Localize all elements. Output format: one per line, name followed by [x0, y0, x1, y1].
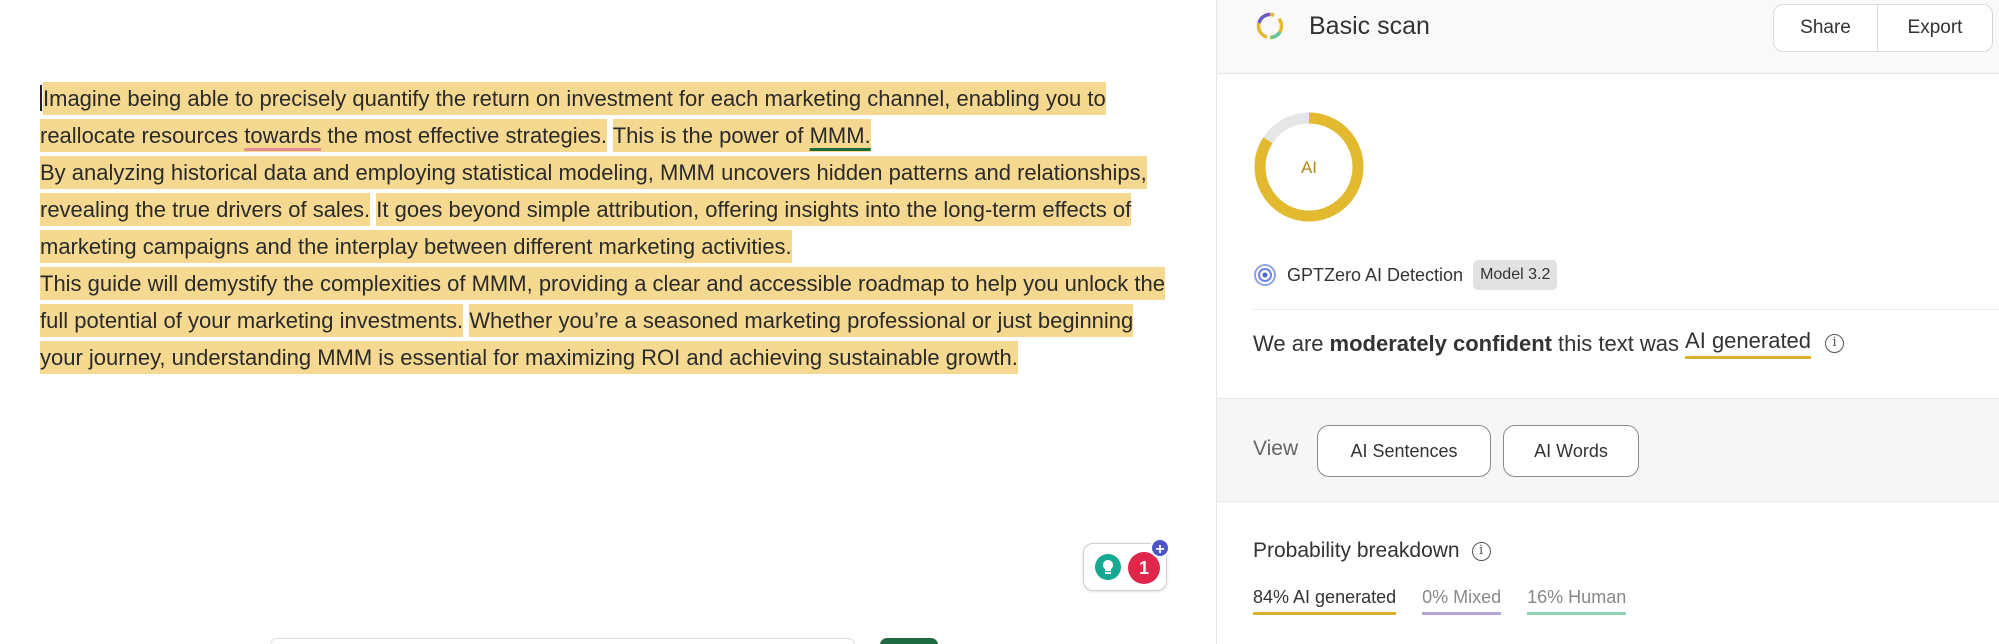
verdict-sentence: We are moderately confident this text wa… — [1253, 328, 1845, 359]
header-button-group: Share Export — [1773, 4, 1993, 52]
bottom-action-button[interactable] — [880, 638, 938, 644]
result-card: AI GPTZero AI Detection Model 3.2 We are… — [1217, 75, 1999, 398]
detector-name: GPTZero AI Detection — [1287, 264, 1464, 285]
view-label: View — [1253, 437, 1299, 460]
assistant-widget[interactable]: 1 + — [1083, 538, 1170, 591]
text-segment: This is the power of — [612, 119, 810, 152]
model-tag: Model 3.2 — [1473, 260, 1558, 290]
stat-mixed[interactable]: 0% Mixed — [1422, 587, 1502, 615]
flagged-word[interactable]: MMM. — [809, 119, 871, 152]
share-button[interactable]: Share — [1774, 5, 1878, 51]
text-editor[interactable]: Imagine being able to precisely quantify… — [0, 0, 1216, 644]
verdict-result: AI generated — [1685, 328, 1812, 359]
detector-row: GPTZero AI Detection Model 3.2 — [1253, 260, 1558, 290]
probability-info-icon[interactable]: i — [1471, 541, 1491, 561]
ai-sentences-button[interactable]: AI Sentences — [1317, 425, 1491, 477]
view-selector: View AI Sentences AI Words — [1217, 398, 1999, 502]
verdict-middle: this text was — [1558, 330, 1680, 356]
detection-panel: Basic scan Share Export AI GPTZero AI De… — [1216, 0, 1999, 644]
info-icon[interactable]: i — [1825, 334, 1845, 353]
gptzero-icon — [1254, 264, 1276, 286]
probability-title: Probability breakdown — [1253, 539, 1460, 562]
probability-stats: 84% AI generated 0% Mixed 16% Human — [1253, 587, 1652, 615]
scan-logo-icon — [1256, 12, 1284, 40]
divider — [1253, 309, 1999, 310]
probability-breakdown: Probability breakdown i 84% AI generated… — [1217, 503, 1999, 644]
bottom-input-bar[interactable] — [270, 638, 855, 644]
text-segment: the most effective strategies. — [321, 119, 607, 152]
ai-probability-donut: AI — [1254, 112, 1364, 222]
lightbulb-icon[interactable] — [1094, 553, 1122, 581]
document-text[interactable]: Imagine being able to precisely quantify… — [40, 80, 1180, 376]
page-title: Basic scan — [1309, 12, 1430, 40]
probability-title-row: Probability breakdown i — [1253, 539, 1491, 563]
text-cursor — [40, 85, 42, 111]
app-root: Imagine being able to precisely quantify… — [0, 0, 1999, 644]
plus-icon[interactable]: + — [1150, 538, 1170, 558]
panel-header: Basic scan Share Export — [1217, 0, 1999, 74]
export-button[interactable]: Export — [1878, 5, 1992, 51]
verdict-confidence: moderately confident — [1329, 330, 1552, 356]
text-segment — [607, 123, 613, 148]
donut-label: AI — [1301, 158, 1317, 177]
stat-human[interactable]: 16% Human — [1527, 587, 1627, 615]
ai-words-button[interactable]: AI Words — [1503, 425, 1639, 477]
stat-ai-generated[interactable]: 84% AI generated — [1253, 587, 1397, 615]
verdict-prefix: We are — [1253, 330, 1324, 356]
flagged-word[interactable]: towards — [244, 119, 322, 152]
